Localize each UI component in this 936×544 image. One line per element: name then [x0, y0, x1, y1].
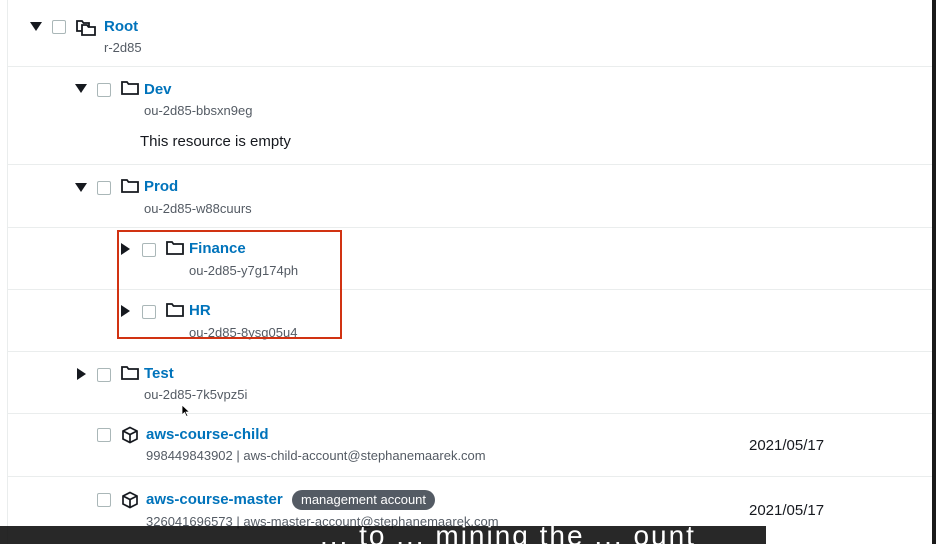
test-checkbox[interactable] [97, 368, 111, 382]
video-caption-bar: ... to ... mining the ... ount [0, 526, 766, 544]
test-link[interactable]: Test [144, 365, 174, 383]
row-divider [7, 227, 932, 228]
caret-down-icon[interactable] [73, 81, 89, 97]
row-divider [7, 164, 932, 165]
folder-icon [166, 240, 186, 258]
management-account-badge: management account [292, 490, 436, 510]
row-divider [7, 476, 932, 477]
master-account-link[interactable]: aws-course-master [146, 491, 283, 509]
empty-resource-message: This resource is empty [140, 133, 291, 150]
row-divider [7, 351, 932, 352]
folder-icon [121, 178, 141, 196]
finance-id: ou-2d85-y7g174ph [189, 263, 299, 278]
folder-icon [121, 365, 141, 383]
dev-checkbox[interactable] [97, 83, 111, 97]
finance-link[interactable]: Finance [189, 240, 246, 258]
master-account-joined-date: 2021/05/17 [749, 502, 825, 519]
hr-link[interactable]: HR [189, 302, 211, 320]
root-id: r-2d85 [104, 40, 142, 55]
root-checkbox[interactable] [52, 20, 66, 34]
mouse-cursor-icon [181, 404, 191, 422]
child-account-details: 998449843902 | aws-child-account@stephan… [146, 448, 486, 463]
child-account-checkbox[interactable] [97, 428, 111, 442]
caption-text: ... to ... mining the ... ount [320, 526, 696, 544]
right-edge [932, 0, 936, 544]
dev-link[interactable]: Dev [144, 81, 172, 99]
account-cube-icon [121, 426, 141, 444]
row-divider [7, 66, 932, 67]
finance-checkbox[interactable] [142, 243, 156, 257]
caret-right-icon[interactable] [118, 303, 134, 319]
child-account-link[interactable]: aws-course-child [146, 426, 269, 444]
row-divider [7, 413, 932, 414]
left-border [7, 0, 8, 544]
master-account-checkbox[interactable] [97, 493, 111, 507]
prod-id: ou-2d85-w88cuurs [144, 201, 252, 216]
organization-root-icon [76, 18, 96, 36]
root-link[interactable]: Root [104, 18, 138, 36]
prod-link[interactable]: Prod [144, 178, 178, 196]
child-account-joined-date: 2021/05/17 [749, 437, 825, 454]
folder-icon [166, 302, 186, 320]
row-divider [7, 289, 932, 290]
test-id: ou-2d85-7k5vpz5i [144, 387, 248, 402]
hr-checkbox[interactable] [142, 305, 156, 319]
caret-right-icon[interactable] [118, 241, 134, 257]
hr-id: ou-2d85-8ysg05u4 [189, 325, 298, 340]
caret-down-icon[interactable] [28, 19, 44, 35]
folder-icon [121, 80, 141, 98]
dev-id: ou-2d85-bbsxn9eg [144, 103, 253, 118]
caret-down-icon[interactable] [73, 180, 89, 196]
caret-right-icon[interactable] [74, 366, 90, 382]
prod-checkbox[interactable] [97, 181, 111, 195]
account-cube-icon [121, 491, 141, 509]
